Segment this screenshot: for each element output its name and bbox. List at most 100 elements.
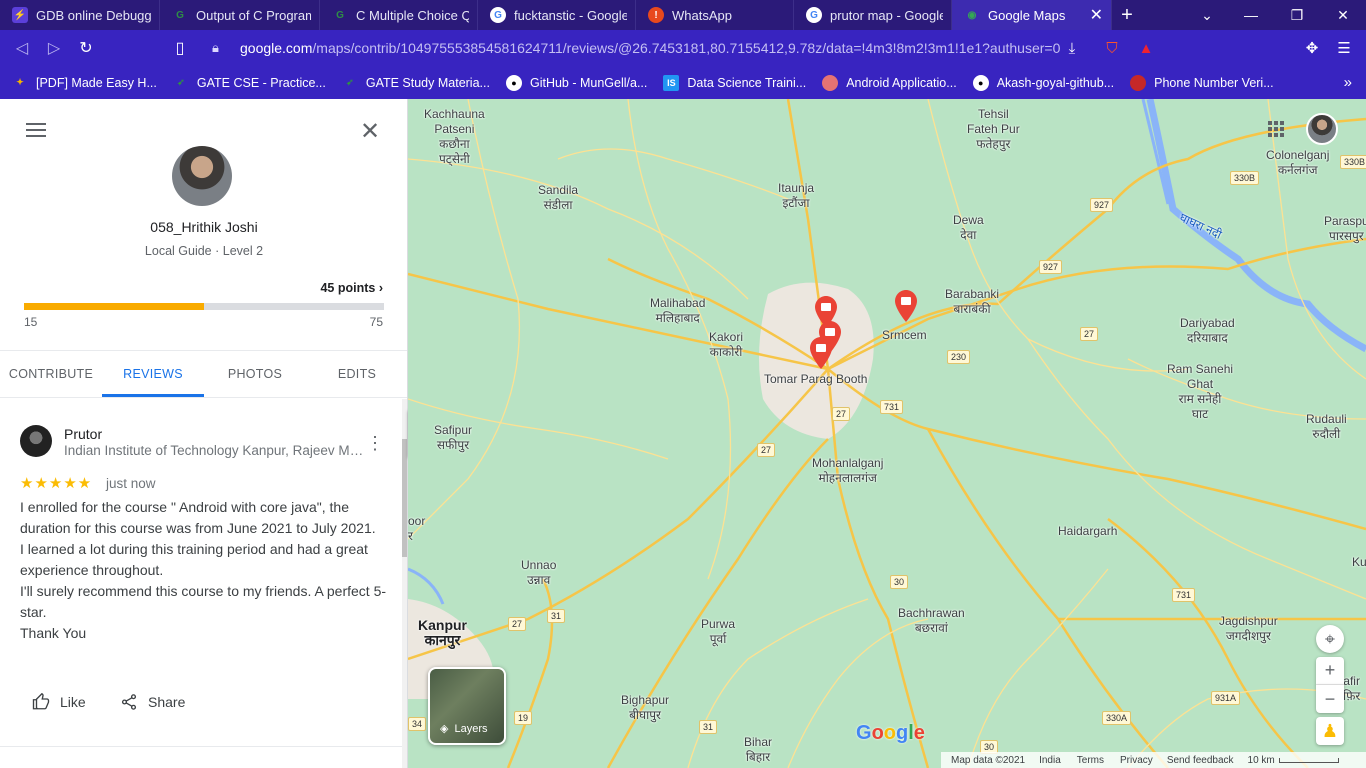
- map-label-itaunja[interactable]: Itaunja इटौंजा: [778, 181, 814, 211]
- map-label-partial-afi[interactable]: afir फ़िर: [1343, 674, 1360, 704]
- like-button[interactable]: Like: [32, 693, 86, 711]
- new-tab-button[interactable]: +: [1112, 4, 1142, 27]
- bookmark-item[interactable]: Android Applicatio...: [822, 74, 957, 91]
- brave-shield-icon[interactable]: ⛉: [1100, 36, 1124, 60]
- map-label-paraspur[interactable]: Paraspu पारसपुर: [1324, 214, 1366, 244]
- privacy-link[interactable]: Privacy: [1120, 755, 1153, 766]
- close-tab-icon[interactable]: ✕: [1080, 5, 1103, 25]
- map-label-haidargarh[interactable]: Haidargarh: [1058, 524, 1117, 539]
- close-window-button[interactable]: ✕: [1320, 0, 1366, 30]
- bookmark-icon[interactable]: ▯: [164, 32, 196, 64]
- minimize-button[interactable]: —: [1228, 0, 1274, 30]
- review-pin-icon[interactable]: [810, 337, 832, 369]
- bookmark-item[interactable]: ✦ [PDF] Made Easy H...: [12, 75, 157, 91]
- route-shield: 330A: [1102, 711, 1132, 725]
- forward-icon[interactable]: ▷: [38, 32, 70, 64]
- chevron-right-icon: ›: [378, 281, 383, 295]
- brave-rewards-icon[interactable]: ▲: [1134, 36, 1158, 60]
- map-label-dewa[interactable]: Dewa देवा: [953, 213, 984, 243]
- my-location-button[interactable]: ⌖: [1316, 625, 1344, 653]
- hamburger-menu-icon[interactable]: [26, 123, 46, 137]
- browser-tab-whatsapp[interactable]: ! WhatsApp: [636, 0, 794, 30]
- review-place-name[interactable]: Prutor: [64, 426, 102, 442]
- place-thumbnail[interactable]: [20, 425, 52, 457]
- map-canvas[interactable]: Kachhauna Patseni कछौना पट्सेनी Sandila संडी…: [408, 99, 1366, 768]
- map-label-bachhrawan[interactable]: Bachhrawan बछरावां: [898, 606, 965, 636]
- address-bar[interactable]: 🔒︎ google.com/maps/contrib/1049755538545…: [204, 33, 1114, 63]
- bookmark-item[interactable]: Phone Number Veri...: [1130, 74, 1274, 91]
- map-label-kachhauna[interactable]: Kachhauna Patseni कछौना पट्सेनी: [424, 107, 485, 167]
- map-label-bihar[interactable]: Bihar बिहार: [744, 735, 772, 765]
- reload-icon[interactable]: ↻: [70, 32, 102, 64]
- map-label-kanpur[interactable]: Kanpur कानपुर: [418, 618, 467, 648]
- scale-label[interactable]: 10 km: [1248, 755, 1275, 766]
- bookmark-item[interactable]: ➶ GATE Study Materia...: [342, 75, 490, 91]
- tab-title: WhatsApp: [672, 7, 732, 23]
- browser-tab-output-c[interactable]: G Output of C Programs |: [160, 0, 320, 30]
- send-feedback-link[interactable]: Send feedback: [1167, 755, 1234, 766]
- bookmark-favicon: [822, 74, 839, 91]
- review-pin-icon[interactable]: [895, 290, 917, 322]
- browser-tab-google-maps[interactable]: ◉ Google Maps ✕: [952, 0, 1112, 30]
- map-label-colonelganj[interactable]: Colonelganj कर्नलगंज: [1266, 148, 1329, 178]
- bookmark-item[interactable]: ● Akash-goyal-github...: [972, 74, 1114, 91]
- bookmark-item[interactable]: ● GitHub - MunGell/a...: [505, 74, 647, 91]
- layers-button[interactable]: ◈ Layers: [428, 667, 506, 745]
- tab-edits[interactable]: EDITS: [306, 351, 407, 397]
- tab-contribute[interactable]: CONTRIBUTE: [0, 351, 102, 397]
- zoom-in-button[interactable]: +: [1316, 657, 1344, 685]
- points-link[interactable]: 45 points ›: [320, 281, 383, 295]
- map-label-jagdishpur[interactable]: Jagdishpur जगदीशपुर: [1219, 614, 1278, 644]
- map-label-unnao[interactable]: Unnao उन्नाव: [521, 558, 556, 588]
- map-label-purwa[interactable]: Purwa पूर्वा: [701, 617, 735, 647]
- map-label-ramsanehi[interactable]: Ram Sanehi Ghat राम सनेही घाट: [1167, 362, 1233, 422]
- install-icon[interactable]: ⤓: [1060, 36, 1084, 60]
- menu-icon[interactable]: ☰: [1332, 36, 1356, 60]
- browser-tab-google-search-1[interactable]: G fucktanstic - Google Se: [478, 0, 636, 30]
- profile-name: 058_Hrithik Joshi: [150, 219, 258, 235]
- contributor-panel: ✕ 058_Hrithik Joshi Local Guide · Level …: [0, 99, 408, 768]
- map-label-partial-ku[interactable]: Ku: [1352, 555, 1366, 570]
- map-label-malihabad[interactable]: Malihabad मलिहाबाद: [650, 296, 705, 326]
- tab-title: Output of C Programs |: [196, 7, 311, 23]
- maximize-button[interactable]: ❐: [1274, 0, 1320, 30]
- map-label-bighapur[interactable]: Bighapur बीघापुर: [621, 693, 669, 723]
- tab-search-icon[interactable]: ⌄: [1184, 0, 1230, 30]
- map-label-safipur[interactable]: Safipur सफीपुर: [434, 423, 472, 453]
- more-options-icon[interactable]: ⋮: [366, 433, 384, 454]
- divider: [0, 746, 402, 747]
- google-apps-icon[interactable]: [1268, 121, 1284, 137]
- map-label-kakori[interactable]: Kakori काकोरी: [709, 330, 743, 360]
- bookmark-item[interactable]: ➶ GATE CSE - Practice...: [173, 75, 326, 91]
- map-label-rudauli[interactable]: Rudauli रुदौली: [1306, 412, 1347, 442]
- pegman-button[interactable]: ♟: [1316, 717, 1344, 745]
- map-label-srmcem[interactable]: Srmcem: [882, 328, 927, 343]
- browser-tab-gdb[interactable]: ⚡ GDB online Debugger |: [0, 0, 160, 30]
- bookmarks-bar: ✦ [PDF] Made Easy H... ➶ GATE CSE - Practi…: [0, 66, 1366, 99]
- browser-tab-c-mcq[interactable]: G C Multiple Choice Que: [320, 0, 478, 30]
- terms-link[interactable]: Terms: [1077, 755, 1104, 766]
- share-button[interactable]: Share: [120, 693, 185, 711]
- region-link[interactable]: India: [1039, 755, 1061, 766]
- extensions-icon[interactable]: ✥: [1300, 36, 1324, 60]
- map-label-fatehpur[interactable]: Tehsil Fateh Pur फतेहपुर: [967, 107, 1020, 152]
- map-label-barabanki[interactable]: Barabanki बाराबंकी: [945, 287, 999, 317]
- route-shield: 34: [408, 717, 427, 731]
- close-panel-icon[interactable]: ✕: [360, 117, 380, 146]
- route-shield: 731: [880, 400, 904, 414]
- share-icon: [121, 694, 137, 710]
- account-avatar[interactable]: [1306, 113, 1338, 145]
- more-bookmarks-icon[interactable]: »: [1344, 74, 1352, 91]
- back-icon[interactable]: ◁: [6, 32, 38, 64]
- map-label-partial-oor[interactable]: oor र: [408, 514, 425, 544]
- map-label-dariyabad[interactable]: Dariyabad दरियाबाद: [1180, 316, 1235, 346]
- zoom-out-button[interactable]: −: [1316, 685, 1344, 713]
- browser-tab-google-search-2[interactable]: G prutor map - Google Se: [794, 0, 952, 30]
- lock-icon: 🔒︎: [212, 40, 219, 55]
- map-label-sandila[interactable]: Sandila संडीला: [538, 183, 578, 213]
- tab-photos[interactable]: PHOTOS: [204, 351, 306, 397]
- tab-reviews[interactable]: REVIEWS: [102, 351, 204, 397]
- bookmark-item[interactable]: IS Data Science Traini...: [663, 74, 806, 91]
- map-label-tomar[interactable]: Tomar Parag Booth: [764, 372, 867, 387]
- map-label-mohanlalganj[interactable]: Mohanlalganj मोहनलालगंज: [812, 456, 883, 486]
